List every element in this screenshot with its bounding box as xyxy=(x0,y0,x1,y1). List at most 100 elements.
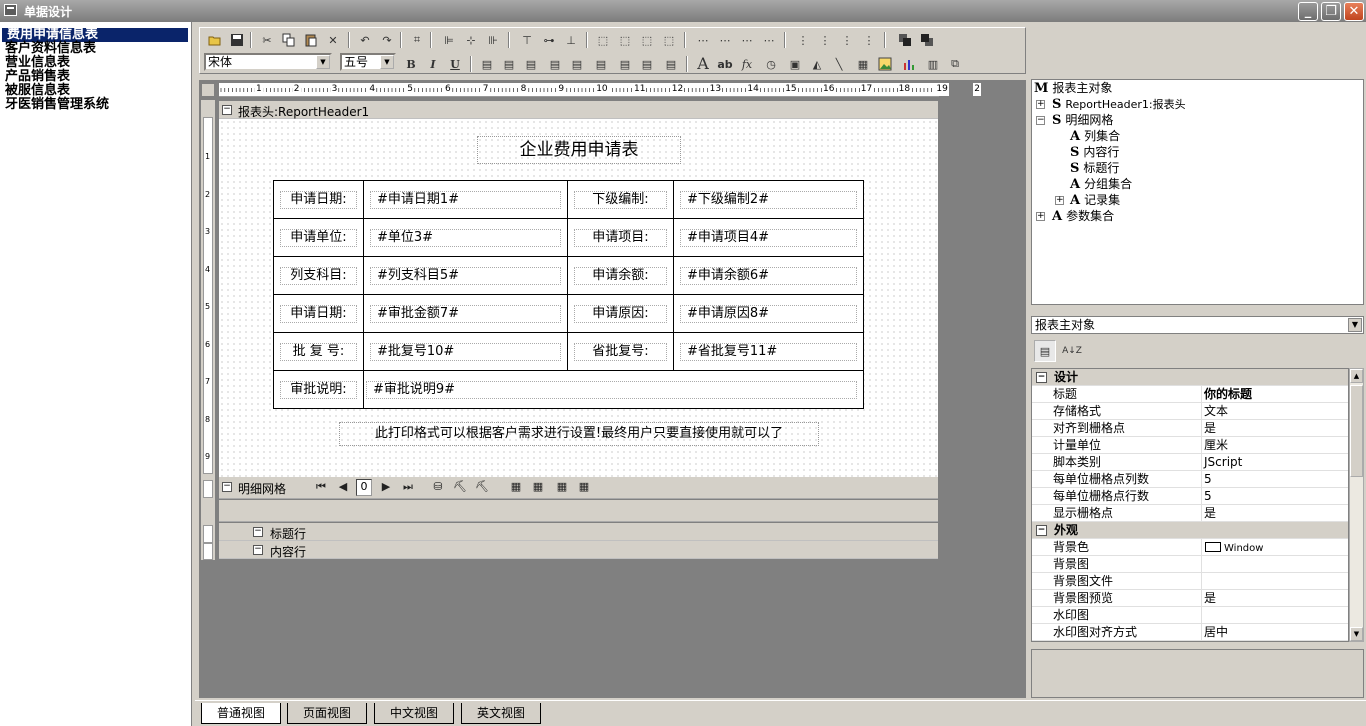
grid-label[interactable]: 申请日期: xyxy=(280,190,357,209)
grid-label[interactable]: 申请日期: xyxy=(280,304,357,323)
grid-field[interactable]: #申请余额6# xyxy=(680,266,857,285)
tab-normal-view[interactable]: 普通视图 xyxy=(201,703,281,724)
maximize-button[interactable]: ❐ xyxy=(1321,2,1341,21)
property-value[interactable]: 5 xyxy=(1202,471,1348,487)
approval-label[interactable]: 审批说明: xyxy=(280,380,357,399)
insert-column-icon[interactable]: ⛁ xyxy=(431,480,445,494)
grid-field[interactable]: #批复号10# xyxy=(370,342,561,361)
align-top-icon[interactable]: ⊤ xyxy=(518,31,536,49)
open-icon[interactable] xyxy=(206,31,224,49)
first-record-icon[interactable]: ⏮ xyxy=(314,480,328,494)
text-align-top-right-icon[interactable]: ▤ xyxy=(522,55,540,73)
align-bottom-icon[interactable]: ⊥ xyxy=(562,31,580,49)
tab-english-view[interactable]: 英文视图 xyxy=(461,703,541,724)
expand-icon[interactable]: + xyxy=(1036,100,1045,109)
grid-field[interactable]: #下级编制2# xyxy=(680,190,857,209)
tree-node[interactable]: S 标题行 xyxy=(1070,161,1119,176)
text-align-middle-left-icon[interactable]: ▤ xyxy=(546,55,564,73)
send-back-icon[interactable] xyxy=(918,31,936,49)
property-row[interactable]: 背景图文件 xyxy=(1032,573,1348,590)
expand-icon[interactable]: + xyxy=(1055,196,1064,205)
property-row[interactable]: 背景图 xyxy=(1032,556,1348,573)
line-tool-icon[interactable]: ╲ xyxy=(830,55,848,73)
picture-tool-icon[interactable] xyxy=(876,55,894,73)
rich-text-icon[interactable]: ▦ xyxy=(854,55,872,73)
hspace-remove-icon[interactable]: ⋯ xyxy=(760,31,778,49)
property-category[interactable]: 设计 xyxy=(1032,369,1348,386)
report-header-canvas[interactable]: 企业费用申请表 申请日期: #申请日期1# 下级编制: #下级编制2# 申请单位… xyxy=(219,119,938,477)
property-value[interactable]: 是 xyxy=(1202,420,1348,436)
paste-icon[interactable] xyxy=(302,31,320,49)
categorized-icon[interactable]: ▤ xyxy=(1034,340,1056,362)
same-height-icon[interactable]: ⬚ xyxy=(616,31,634,49)
grid-layout-icon[interactable]: ▦ xyxy=(531,480,545,494)
form-list-item[interactable]: 牙医销售管理系统 xyxy=(0,98,191,112)
grid-field[interactable]: #省批复号11# xyxy=(680,342,857,361)
prev-record-icon[interactable]: ◀ xyxy=(336,480,350,494)
align-middle-icon[interactable]: ⊶ xyxy=(540,31,558,49)
hspace-equal-icon[interactable]: ⋯ xyxy=(694,31,712,49)
system-var-icon[interactable]: ▣ xyxy=(786,55,804,73)
vspace-dec-icon[interactable]: ⋮ xyxy=(838,31,856,49)
property-scrollbar[interactable]: ▲ ▼ xyxy=(1349,368,1364,642)
tree-node[interactable]: S ReportHeader1:报表头 xyxy=(1052,97,1186,112)
tab-chinese-view[interactable]: 中文视图 xyxy=(374,703,454,724)
property-row[interactable]: 计量单位 厘米 xyxy=(1032,437,1348,454)
collapse-icon[interactable]: − xyxy=(222,105,232,115)
form-list-item[interactable]: 营业信息表 xyxy=(0,56,191,70)
form-list-item[interactable]: 客户资料信息表 xyxy=(0,42,191,56)
grid-label[interactable]: 列支科目: xyxy=(280,266,357,285)
approval-field[interactable]: #审批说明9# xyxy=(366,380,857,399)
property-row[interactable]: 对齐到栅格点是 xyxy=(1032,420,1348,437)
text-align-top-left-icon[interactable]: ▤ xyxy=(478,55,496,73)
text-align-middle-right-icon[interactable]: ▤ xyxy=(592,55,610,73)
text-align-top-center-icon[interactable]: ▤ xyxy=(500,55,518,73)
vspace-inc-icon[interactable]: ⋮ xyxy=(816,31,834,49)
property-value[interactable] xyxy=(1202,556,1348,572)
tree-node[interactable]: A 记录集 xyxy=(1070,193,1120,208)
vspace-remove-icon[interactable]: ⋮ xyxy=(860,31,878,49)
form-list-item[interactable]: 被服信息表 xyxy=(0,84,191,98)
form-list-item[interactable]: 产品销售表 xyxy=(0,70,191,84)
underline-button[interactable]: U xyxy=(446,55,464,73)
scroll-thumb[interactable] xyxy=(1350,385,1363,477)
detail-grid-band[interactable]: − 明细网格 ⏮ ◀ 0 ▶ ⏭ ⛁ ⛏ ⛏ ▦ ▦ ▦ ▦ xyxy=(219,477,938,499)
hspace-inc-icon[interactable]: ⋯ xyxy=(716,31,734,49)
grid-field[interactable]: #申请日期1# xyxy=(370,190,561,209)
property-row[interactable]: 背景图预览是 xyxy=(1032,590,1348,607)
property-value[interactable]: JScript xyxy=(1202,454,1348,470)
grid-field[interactable]: #申请原因8# xyxy=(680,304,857,323)
title-row-band[interactable]: − 标题行 xyxy=(219,523,938,541)
text-align-bottom-left-icon[interactable]: ▤ xyxy=(616,55,634,73)
grid-layout-icon[interactable]: ▦ xyxy=(555,480,569,494)
grid-label[interactable]: 申请余额: xyxy=(574,266,667,285)
delete-icon[interactable]: ✕ xyxy=(324,31,342,49)
grid-label[interactable]: 申请原因: xyxy=(574,304,667,323)
alphabetical-sort-icon[interactable]: A↓Z xyxy=(1061,340,1083,362)
grid-field[interactable]: #申请项目4# xyxy=(680,228,857,247)
property-value[interactable] xyxy=(1202,573,1348,589)
grid-layout-icon[interactable]: ▦ xyxy=(509,480,523,494)
align-left-icon[interactable]: ⊫ xyxy=(440,31,458,49)
copy-icon[interactable] xyxy=(280,31,298,49)
grid-field[interactable]: #审批金额7# xyxy=(370,304,561,323)
property-value[interactable]: 文本 xyxy=(1202,403,1348,419)
same-width-icon[interactable]: ⬚ xyxy=(594,31,612,49)
tree-node[interactable]: S 内容行 xyxy=(1070,145,1119,160)
property-row[interactable]: 每单位栅格点列数 5 xyxy=(1032,471,1348,488)
page-input[interactable]: 0 xyxy=(356,479,372,496)
undo-icon[interactable]: ↶ xyxy=(356,31,374,49)
delete-column-icon[interactable]: ⛏ xyxy=(475,480,489,494)
font-size-select[interactable]: 五号 ▼ xyxy=(340,53,396,71)
hspace-dec-icon[interactable]: ⋯ xyxy=(738,31,756,49)
tree-node[interactable]: A 参数集合 xyxy=(1052,209,1114,224)
chart-tool-icon[interactable] xyxy=(900,55,918,73)
expand-icon[interactable]: + xyxy=(1036,212,1045,221)
grid-label[interactable]: 省批复号: xyxy=(574,342,667,361)
italic-button[interactable]: I xyxy=(424,55,442,73)
next-record-icon[interactable]: ▶ xyxy=(379,480,393,494)
tree-node[interactable]: S 明细网格 xyxy=(1052,113,1113,128)
property-row[interactable]: 存储格式 文本 xyxy=(1032,403,1348,420)
property-value[interactable]: 居中 xyxy=(1202,624,1348,640)
align-center-icon[interactable]: ⊹ xyxy=(462,31,480,49)
